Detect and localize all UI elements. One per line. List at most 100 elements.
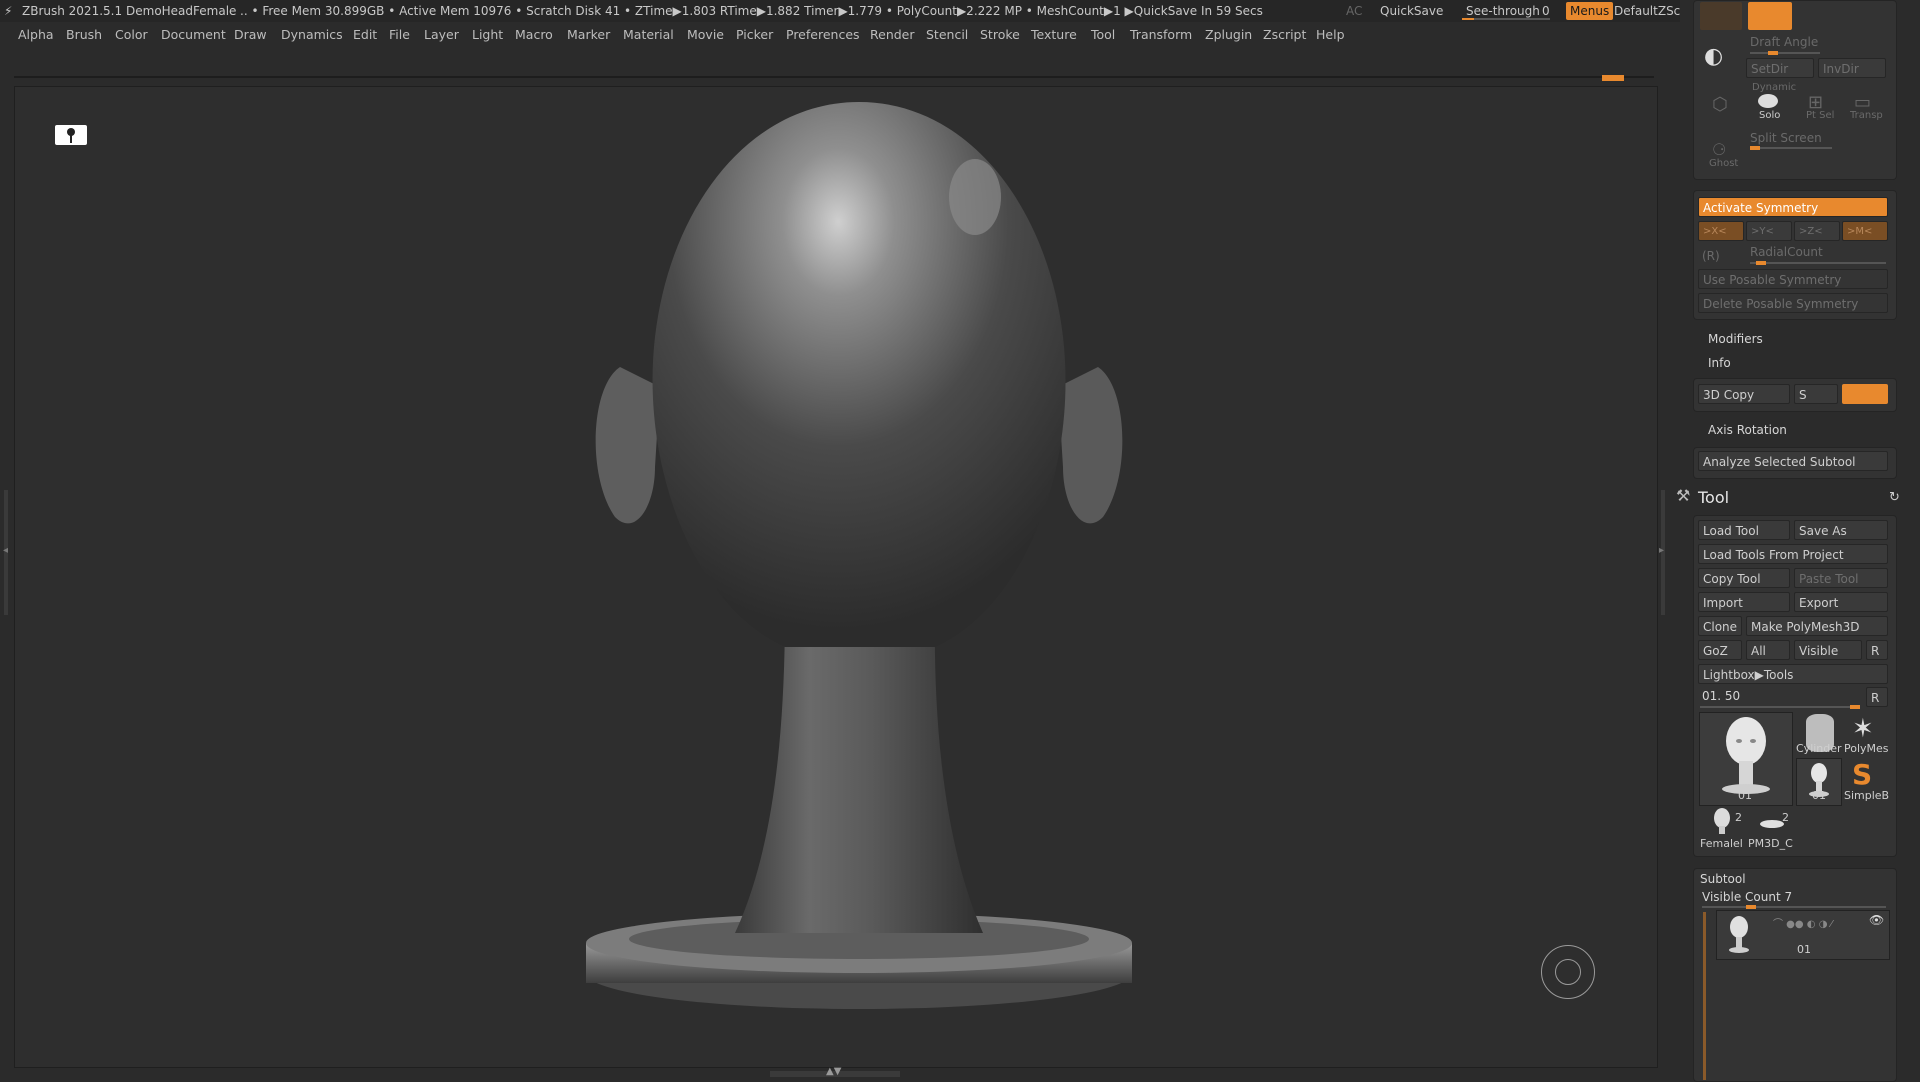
tool-slider-track[interactable] <box>1700 705 1860 709</box>
save-as-button[interactable]: Save As <box>1794 520 1888 540</box>
visible-count-slider[interactable] <box>1702 905 1886 909</box>
goz-r-button[interactable]: R <box>1866 640 1888 660</box>
menu-movie[interactable]: Movie <box>687 22 724 48</box>
ac-indicator: AC <box>1346 4 1363 18</box>
visible-count-label[interactable]: Visible Count 7 <box>1702 890 1792 904</box>
draft-angle-slider[interactable]: Draft Angle <box>1750 35 1818 49</box>
menu-render[interactable]: Render <box>870 22 915 48</box>
menu-material[interactable]: Material <box>623 22 674 48</box>
document-name: DemoHeadFemale <box>126 4 237 18</box>
menu-brush[interactable]: Brush <box>66 22 102 48</box>
quicksave-button[interactable]: QuickSave <box>1380 0 1443 22</box>
invdir-button[interactable]: InvDir <box>1818 58 1886 78</box>
seethrough-slider[interactable] <box>1462 18 1550 20</box>
3d-copy-button[interactable]: 3D Copy <box>1698 384 1790 404</box>
transp-label: Transp <box>1850 110 1883 121</box>
menu-light[interactable]: Light <box>472 22 503 48</box>
menu-picker[interactable]: Picker <box>736 22 773 48</box>
pm3d-thumb[interactable] <box>1760 820 1784 828</box>
3d-copy-s-button[interactable]: S <box>1794 384 1838 404</box>
navigation-gizmo-icon[interactable] <box>1541 945 1595 999</box>
female-thumb[interactable] <box>1712 808 1732 836</box>
load-tool-button[interactable]: Load Tool <box>1698 520 1790 540</box>
panel-toggle-active[interactable] <box>1748 2 1792 30</box>
info-section[interactable]: Info <box>1708 356 1731 370</box>
tool-title[interactable]: Tool <box>1698 488 1729 507</box>
activate-symmetry-button[interactable]: Activate Symmetry <box>1698 197 1888 217</box>
export-button[interactable]: Export <box>1794 592 1888 612</box>
subtool-title[interactable]: Subtool <box>1700 872 1746 886</box>
menu-marker[interactable]: Marker <box>567 22 610 48</box>
modifiers-section[interactable]: Modifiers <box>1708 332 1763 346</box>
menu-stencil[interactable]: Stencil <box>926 22 968 48</box>
paste-tool-button[interactable]: Paste Tool <box>1794 568 1888 588</box>
menus-toggle[interactable]: Menus <box>1566 2 1614 20</box>
polymesh-star-icon[interactable]: ✶ <box>1852 714 1874 744</box>
symmetry-y-button[interactable]: >Y< <box>1746 221 1792 241</box>
split-screen-button[interactable]: Split Screen <box>1750 131 1822 145</box>
tool-refresh-icon[interactable]: ↻ <box>1889 490 1900 505</box>
head-model-render[interactable] <box>15 87 1657 1067</box>
menu-tool[interactable]: Tool <box>1091 22 1115 48</box>
menu-help[interactable]: Help <box>1316 22 1345 48</box>
cube-icon[interactable]: ⬡ <box>1712 94 1728 115</box>
goz-all-button[interactable]: All <box>1746 640 1790 660</box>
left-tray-arrow-icon[interactable]: ◂ <box>3 545 8 556</box>
right-tray-arrow-icon[interactable]: ▸ <box>1659 545 1664 556</box>
setdir-button[interactable]: SetDir <box>1746 58 1814 78</box>
solo-icon[interactable] <box>1758 94 1778 108</box>
delete-posable-symmetry-button[interactable]: Delete Posable Symmetry <box>1698 293 1888 313</box>
menu-stroke[interactable]: Stroke <box>980 22 1020 48</box>
menu-zplugin[interactable]: Zplugin <box>1205 22 1252 48</box>
menu-zscript[interactable]: Zscript <box>1263 22 1306 48</box>
radial-r-toggle[interactable]: (R) <box>1702 249 1720 263</box>
goz-button[interactable]: GoZ <box>1698 640 1742 660</box>
perspective-indicator-icon[interactable] <box>55 125 87 145</box>
radial-count-slider[interactable]: RadialCount <box>1750 245 1823 259</box>
subtool-scrollbar[interactable] <box>1703 912 1706 1080</box>
analyze-selected-subtool-button[interactable]: Analyze Selected Subtool <box>1698 451 1888 471</box>
subtool-item-label: 01 <box>1797 943 1811 956</box>
menu-color[interactable]: Color <box>115 22 148 48</box>
bottom-shelf-arrow-icon[interactable]: ▲▼ <box>826 1066 841 1077</box>
import-button[interactable]: Import <box>1698 592 1790 612</box>
make-polymesh3d-button[interactable]: Make PolyMesh3D <box>1746 616 1888 636</box>
use-posable-symmetry-button[interactable]: Use Posable Symmetry <box>1698 269 1888 289</box>
split-screen-track[interactable] <box>1750 146 1832 150</box>
clone-button[interactable]: Clone <box>1698 616 1742 636</box>
lightbox-tools-button[interactable]: Lightbox▶Tools <box>1698 664 1888 684</box>
panel-toggle-dark[interactable] <box>1700 2 1742 30</box>
draft-angle-track[interactable] <box>1750 51 1820 55</box>
symmetry-z-button[interactable]: >Z< <box>1794 221 1840 241</box>
load-tools-from-project-button[interactable]: Load Tools From Project <box>1698 544 1888 564</box>
symmetry-m-button[interactable]: >M< <box>1842 221 1888 241</box>
tool-slider-value[interactable]: 01. 50 <box>1702 689 1740 703</box>
menu-preferences[interactable]: Preferences <box>786 22 860 48</box>
symmetry-x-button[interactable]: >X< <box>1698 221 1744 241</box>
subtool-item[interactable]: ⌒ ●● ◐ ◑ ⁄ 👁 01 <box>1716 910 1890 960</box>
subtool-visibility-eye-icon[interactable]: 👁 <box>1869 913 1884 927</box>
menu-macro[interactable]: Macro <box>515 22 553 48</box>
goz-visible-button[interactable]: Visible <box>1794 640 1862 660</box>
half-circle-icon[interactable]: ◐ <box>1704 44 1723 69</box>
axis-rotation-section[interactable]: Axis Rotation <box>1708 423 1787 437</box>
subtool-item-icons[interactable]: ⌒ ●● ◐ ◑ ⁄ <box>1773 915 1832 930</box>
pm3d-thumb-count: 2 <box>1782 811 1789 824</box>
menu-edit[interactable]: Edit <box>353 22 377 48</box>
copy-tool-button[interactable]: Copy Tool <box>1698 568 1790 588</box>
menu-transform[interactable]: Transform <box>1130 22 1192 48</box>
3d-copy-toggle[interactable] <box>1842 384 1888 404</box>
menu-layer[interactable]: Layer <box>424 22 459 48</box>
menu-dynamics[interactable]: Dynamics <box>281 22 343 48</box>
tool-slider-r-button[interactable]: R <box>1866 687 1888 707</box>
top-shelf-marker[interactable] <box>1602 75 1624 81</box>
ghost-icon[interactable]: ⚆ <box>1712 140 1726 159</box>
menu-draw[interactable]: Draw <box>234 22 267 48</box>
menu-file[interactable]: File <box>389 22 410 48</box>
radial-count-track[interactable] <box>1750 261 1886 265</box>
menu-texture[interactable]: Texture <box>1031 22 1077 48</box>
menu-alpha[interactable]: Alpha <box>18 22 54 48</box>
menu-document[interactable]: Document <box>161 22 226 48</box>
canvas-viewport[interactable] <box>14 86 1658 1068</box>
simplebrush-icon[interactable]: S <box>1852 758 1872 791</box>
